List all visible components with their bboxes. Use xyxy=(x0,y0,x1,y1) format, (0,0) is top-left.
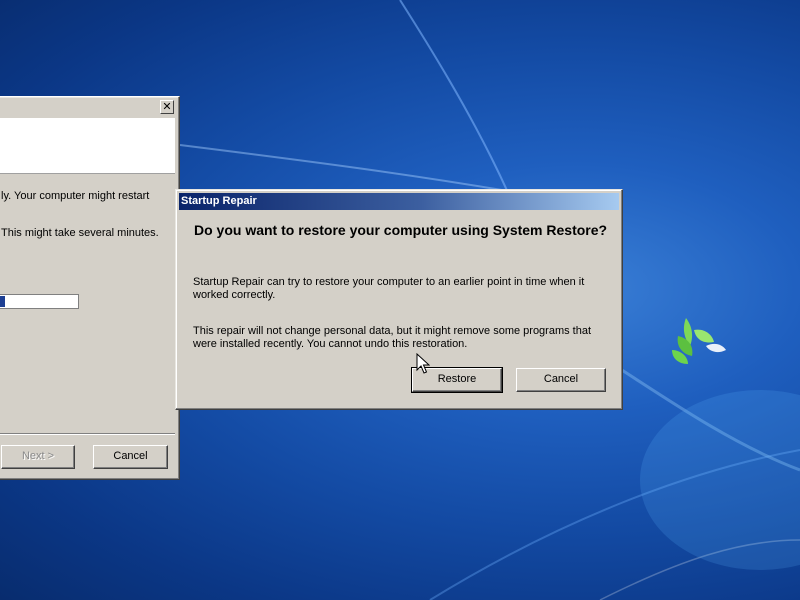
background-wizard-window: ✕ ly. Your computer might restart This m… xyxy=(0,96,180,480)
progress-bar xyxy=(0,294,79,309)
wizard-text-line1: ly. Your computer might restart xyxy=(1,190,150,202)
arrow-cursor-icon xyxy=(416,353,430,374)
startup-repair-dialog: Startup Repair Do you want to restore yo… xyxy=(175,189,623,410)
progress-bar-fill xyxy=(0,296,5,307)
dialog-paragraph-1: Startup Repair can try to restore your c… xyxy=(193,276,585,301)
dialog-title: Startup Repair xyxy=(181,195,257,207)
dialog-titlebar[interactable]: Startup Repair xyxy=(179,193,619,210)
wizard-header xyxy=(0,118,175,174)
wizard-divider xyxy=(0,433,175,435)
cancel-button[interactable]: Cancel xyxy=(516,368,606,392)
dialog-paragraph-2: This repair will not change personal dat… xyxy=(193,325,592,350)
windows-leaf-logo xyxy=(672,318,726,364)
wizard-text-line2: This might take several minutes. xyxy=(1,227,159,239)
next-button[interactable]: Next > xyxy=(1,445,75,469)
close-icon[interactable]: ✕ xyxy=(160,100,174,114)
dialog-question: Do you want to restore your computer usi… xyxy=(194,222,608,238)
wizard-cancel-button[interactable]: Cancel xyxy=(93,445,168,469)
